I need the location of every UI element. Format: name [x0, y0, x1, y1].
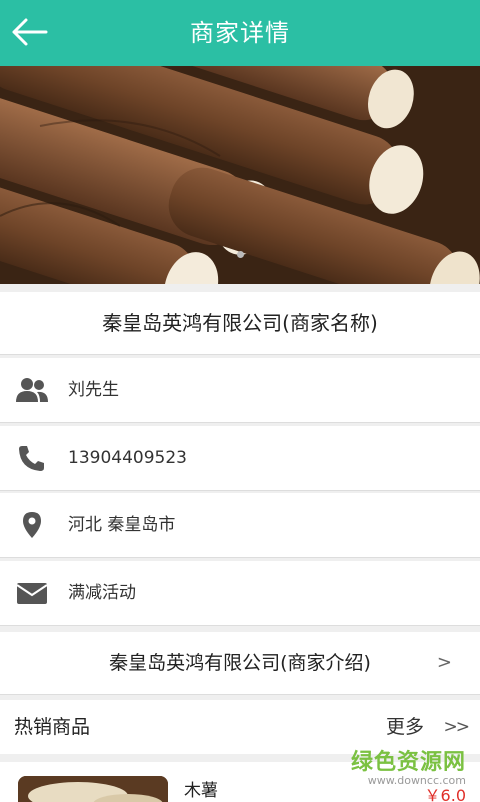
promotion-text: 满减活动: [68, 583, 136, 603]
product-thumbnail: [18, 776, 168, 802]
merchant-intro-row[interactable]: 秦皇岛英鸿有限公司(商家介绍) >: [0, 632, 480, 695]
contact-name: 刘先生: [68, 380, 119, 400]
carousel-indicator: [0, 243, 480, 262]
phone-number: 13904409523: [68, 448, 187, 468]
page-title: 商家详情: [190, 19, 290, 47]
contact-row: 刘先生: [0, 358, 480, 423]
location-text: 河北 秦皇岛市: [68, 515, 176, 535]
promotion-row: 满减活动: [0, 561, 480, 626]
merchant-intro: 秦皇岛英鸿有限公司(商家介绍): [109, 652, 371, 674]
location-row: 河北 秦皇岛市: [0, 493, 480, 558]
mail-icon: [16, 583, 48, 604]
product-price: ￥6.0: [424, 786, 466, 802]
chevron-right-icon: >: [436, 652, 452, 673]
location-pin-icon: [23, 512, 41, 538]
hot-products-header: 热销商品 更多 >>: [0, 700, 480, 754]
hot-products-title: 热销商品: [14, 716, 91, 738]
merchant-name: 秦皇岛英鸿有限公司(商家名称): [102, 311, 378, 335]
product-item[interactable]: 木薯 ￥6.0: [0, 762, 480, 802]
product-name: 木薯: [184, 781, 218, 801]
more-arrow-icon[interactable]: >>: [444, 700, 470, 754]
banner-carousel[interactable]: [0, 66, 480, 284]
top-bar: 商家详情: [0, 0, 480, 66]
more-link[interactable]: 更多: [386, 700, 424, 754]
phone-icon: [19, 446, 44, 471]
merchant-name-row: 秦皇岛英鸿有限公司(商家名称): [0, 292, 480, 355]
phone-row[interactable]: 13904409523: [0, 426, 480, 491]
user-group-icon: [16, 378, 48, 402]
carousel-dot[interactable]: [236, 251, 244, 258]
